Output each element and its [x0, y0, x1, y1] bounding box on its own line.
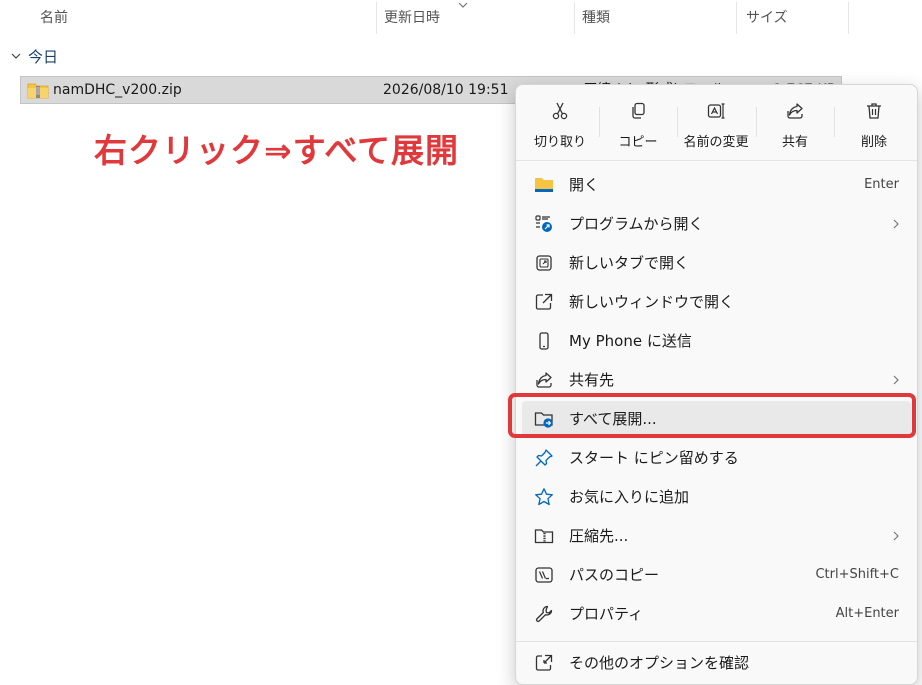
trash-icon: [867, 103, 881, 119]
menu-divider: [516, 641, 917, 642]
column-type[interactable]: 種類: [576, 0, 610, 36]
folder-icon: [535, 178, 553, 192]
group-label: 今日: [28, 47, 59, 66]
phone-icon: [539, 332, 549, 350]
menu-item-label: スタート にピン留めする: [569, 449, 739, 467]
menu-item-open-new-window[interactable]: 新しいウィンドウで開く: [522, 284, 911, 320]
menu-item-label: お気に入りに追加: [569, 488, 690, 506]
menu-item-label: 新しいタブで開く: [569, 254, 690, 272]
copy-button[interactable]: コピー: [600, 93, 676, 155]
delete-button[interactable]: 削除: [836, 93, 912, 155]
scissors-icon: [552, 102, 568, 120]
highlight-annotation-box: [508, 393, 916, 438]
column-divider[interactable]: [574, 2, 575, 34]
column-modified[interactable]: 更新日時: [378, 0, 440, 36]
menu-item-label: 圧縮先...: [569, 527, 629, 545]
sort-chevron-icon: [458, 2, 468, 8]
rename-icon: [707, 103, 725, 119]
column-divider[interactable]: [848, 2, 849, 34]
menu-item-shortcut: Alt+Enter: [835, 606, 899, 621]
share-icon: [787, 103, 803, 119]
new-tab-icon: [536, 255, 552, 271]
column-size[interactable]: サイズ: [740, 0, 788, 36]
group-header-today[interactable]: 今日: [10, 42, 58, 70]
chevron-right-icon: [893, 219, 899, 229]
rename-button[interactable]: 名前の変更: [678, 93, 754, 155]
menu-item-properties[interactable]: プロパティ Alt+Enter: [522, 596, 911, 632]
open-new-window-icon: [535, 293, 553, 310]
menu-item-compress-to[interactable]: 圧縮先...: [522, 518, 911, 554]
cut-button[interactable]: 切り取り: [522, 93, 598, 155]
menu-item-add-favorites[interactable]: お気に入りに追加: [522, 479, 911, 515]
zip-folder-icon: [27, 83, 49, 99]
instruction-annotation: 右クリック⇒すべて展開: [94, 131, 460, 170]
star-icon: [535, 488, 553, 506]
compress-folder-icon: [534, 529, 554, 544]
column-name[interactable]: 名前: [34, 0, 68, 36]
copy-icon: [632, 102, 645, 119]
column-header: 名前 更新日時 種類 サイズ: [0, 0, 922, 36]
menu-item-label: My Phone に送信: [569, 332, 692, 350]
menu-item-shortcut: Ctrl+Shift+C: [815, 567, 899, 582]
menu-item-open-with[interactable]: プログラムから開く: [522, 206, 911, 242]
file-name: namDHC_v200.zip: [53, 82, 182, 98]
menu-item-shortcut: Enter: [864, 177, 899, 192]
share-icon: [536, 372, 552, 388]
menu-item-label: プログラムから開く: [569, 215, 704, 233]
menu-item-label: プロパティ: [569, 605, 644, 623]
chevron-down-icon: [11, 53, 21, 59]
wrench-icon: [535, 605, 553, 623]
menu-item-label: その他のオプションを確認: [569, 654, 750, 672]
quick-action-bar: 切り取り コピー 名前の変更 共有 削除: [516, 85, 917, 161]
chevron-right-icon: [893, 531, 899, 541]
menu-item-pin-to-start[interactable]: スタート にピン留めする: [522, 440, 911, 476]
pin-icon: [535, 449, 553, 467]
open-with-icon: [535, 215, 552, 232]
delete-label: 削除: [860, 135, 887, 150]
menu-item-more-options[interactable]: その他のオプションを確認: [522, 645, 911, 681]
share-button[interactable]: 共有: [757, 93, 833, 155]
menu-item-send-to-phone[interactable]: My Phone に送信: [522, 323, 911, 359]
menu-item-label: 開く: [569, 176, 600, 194]
copy-path-icon: [535, 567, 553, 583]
more-options-icon: [535, 654, 553, 671]
file-modified: 2026/08/10 19:51: [383, 82, 509, 98]
file-explorer-window: 名前 更新日時 種類 サイズ 今日 namDHC_v200.zip 2026/0…: [0, 0, 922, 685]
menu-item-label: 新しいウィンドウで開く: [569, 293, 735, 311]
chevron-right-icon: [893, 375, 899, 385]
column-divider[interactable]: [376, 2, 377, 34]
context-menu: 切り取り コピー 名前の変更 共有 削除 開く Enter プログラムから開く …: [515, 84, 918, 685]
menu-item-open[interactable]: 開く Enter: [522, 167, 911, 203]
menu-item-open-new-tab[interactable]: 新しいタブで開く: [522, 245, 911, 281]
menu-item-label: パスのコピー: [569, 566, 660, 584]
menu-item-copy-path[interactable]: パスのコピー Ctrl+Shift+C: [522, 557, 911, 593]
column-divider[interactable]: [736, 2, 737, 34]
